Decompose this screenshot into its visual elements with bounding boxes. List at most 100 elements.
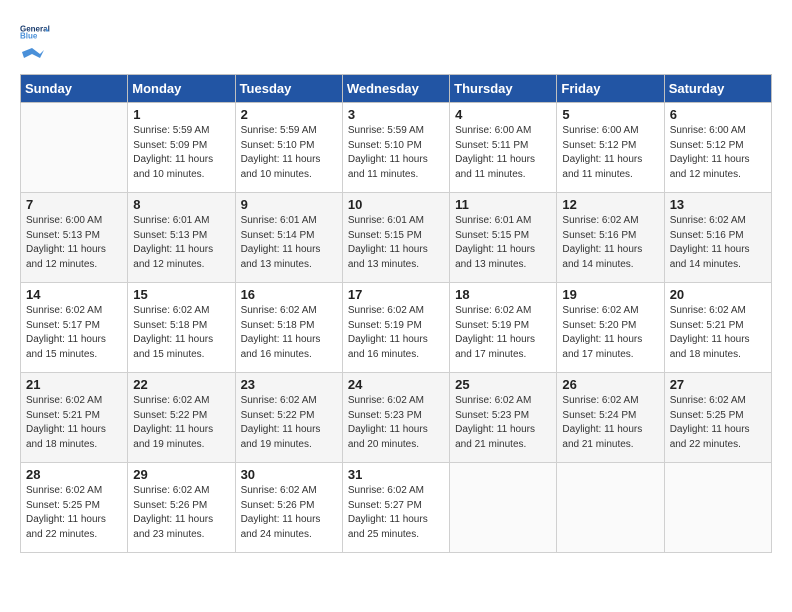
day-number: 5 [562,107,658,122]
week-row-4: 21 Sunrise: 6:02 AMSunset: 5:21 PMDayligh… [21,373,772,463]
day-number: 12 [562,197,658,212]
day-detail: Sunrise: 6:01 AMSunset: 5:14 PMDaylight:… [241,214,337,272]
calendar-cell: 28 Sunrise: 6:02 AMSunset: 5:25 PMDayligh… [21,463,128,553]
day-detail: Sunrise: 6:02 AMSunset: 5:19 PMDaylight:… [455,304,551,362]
day-number: 18 [455,287,551,302]
calendar-cell: 7 Sunrise: 6:00 AMSunset: 5:13 PMDaylight… [21,193,128,283]
column-header-thursday: Thursday [450,75,557,103]
calendar-cell: 11 Sunrise: 6:01 AMSunset: 5:15 PMDayligh… [450,193,557,283]
week-row-5: 28 Sunrise: 6:02 AMSunset: 5:25 PMDayligh… [21,463,772,553]
calendar-cell: 22Sunrise: 6:02 AMSunset: 5:22 PMDayligh… [128,373,235,463]
day-detail: Sunrise: 6:02 AMSunset: 5:21 PMDaylight:… [670,304,766,362]
calendar-cell: 29 Sunrise: 6:02 AMSunset: 5:26 PMDayligh… [128,463,235,553]
day-detail: Sunrise: 5:59 AMSunset: 5:09 PMDaylight:… [133,124,229,182]
day-number: 29 [133,467,229,482]
calendar-cell: 16 Sunrise: 6:02 AMSunset: 5:18 PMDayligh… [235,283,342,373]
day-number: 13 [670,197,766,212]
day-number: 23 [241,377,337,392]
calendar-cell: 21 Sunrise: 6:02 AMSunset: 5:21 PMDayligh… [21,373,128,463]
calendar-cell: 1 Sunrise: 5:59 AMSunset: 5:09 PMDaylight… [128,103,235,193]
week-row-1: 1 Sunrise: 5:59 AMSunset: 5:09 PMDaylight… [21,103,772,193]
calendar-cell: 4 Sunrise: 6:00 AMSunset: 5:11 PMDaylight… [450,103,557,193]
day-number: 4 [455,107,551,122]
day-detail: Sunrise: 6:02 AMSunset: 5:17 PMDaylight:… [26,304,122,362]
column-header-saturday: Saturday [664,75,771,103]
week-row-2: 7 Sunrise: 6:00 AMSunset: 5:13 PMDaylight… [21,193,772,283]
day-detail: Sunrise: 6:00 AMSunset: 5:12 PMDaylight:… [670,124,766,182]
calendar-cell: 2 Sunrise: 5:59 AMSunset: 5:10 PMDaylight… [235,103,342,193]
day-number: 21 [26,377,122,392]
column-header-sunday: Sunday [21,75,128,103]
day-detail: Sunrise: 5:59 AMSunset: 5:10 PMDaylight:… [241,124,337,182]
page-header: General Blue [20,20,772,64]
day-detail: Sunrise: 6:02 AMSunset: 5:25 PMDaylight:… [670,394,766,452]
day-number: 2 [241,107,337,122]
day-number: 1 [133,107,229,122]
day-detail: Sunrise: 6:02 AMSunset: 5:18 PMDaylight:… [241,304,337,362]
day-detail: Sunrise: 6:02 AMSunset: 5:16 PMDaylight:… [562,214,658,272]
calendar-cell: 19 Sunrise: 6:02 AMSunset: 5:20 PMDayligh… [557,283,664,373]
day-detail: Sunrise: 6:02 AMSunset: 5:21 PMDaylight:… [26,394,122,452]
day-number: 16 [241,287,337,302]
calendar-cell: 14 Sunrise: 6:02 AMSunset: 5:17 PMDayligh… [21,283,128,373]
day-number: 17 [348,287,444,302]
day-detail: Sunrise: 6:00 AMSunset: 5:12 PMDaylight:… [562,124,658,182]
calendar-cell: 13Sunrise: 6:02 AMSunset: 5:16 PMDayligh… [664,193,771,283]
calendar-cell: 9 Sunrise: 6:01 AMSunset: 5:14 PMDaylight… [235,193,342,283]
day-detail: Sunrise: 5:59 AMSunset: 5:10 PMDaylight:… [348,124,444,182]
day-number: 22 [133,377,229,392]
day-detail: Sunrise: 6:01 AMSunset: 5:13 PMDaylight:… [133,214,229,272]
column-header-wednesday: Wednesday [342,75,449,103]
calendar-cell: 6 Sunrise: 6:00 AMSunset: 5:12 PMDaylight… [664,103,771,193]
calendar-cell: 12 Sunrise: 6:02 AMSunset: 5:16 PMDayligh… [557,193,664,283]
calendar-cell: 25Sunrise: 6:02 AMSunset: 5:23 PMDayligh… [450,373,557,463]
day-detail: Sunrise: 6:02 AMSunset: 5:18 PMDaylight:… [133,304,229,362]
calendar-cell: 5 Sunrise: 6:00 AMSunset: 5:12 PMDaylight… [557,103,664,193]
day-detail: Sunrise: 6:02 AMSunset: 5:20 PMDaylight:… [562,304,658,362]
calendar-cell: 24 Sunrise: 6:02 AMSunset: 5:23 PMDayligh… [342,373,449,463]
day-number: 7 [26,197,122,212]
day-detail: Sunrise: 6:02 AMSunset: 5:25 PMDaylight:… [26,484,122,542]
calendar-header-row: SundayMondayTuesdayWednesdayThursdayFrid… [21,75,772,103]
svg-text:Blue: Blue [20,32,38,41]
day-number: 28 [26,467,122,482]
calendar-cell [21,103,128,193]
calendar-cell [664,463,771,553]
calendar-cell: 17 Sunrise: 6:02 AMSunset: 5:19 PMDayligh… [342,283,449,373]
calendar-cell: 18 Sunrise: 6:02 AMSunset: 5:19 PMDayligh… [450,283,557,373]
day-detail: Sunrise: 6:02 AMSunset: 5:27 PMDaylight:… [348,484,444,542]
day-number: 19 [562,287,658,302]
calendar-cell [450,463,557,553]
day-detail: Sunrise: 6:02 AMSunset: 5:26 PMDaylight:… [241,484,337,542]
calendar-cell: 3 Sunrise: 5:59 AMSunset: 5:10 PMDaylight… [342,103,449,193]
day-number: 3 [348,107,444,122]
day-number: 8 [133,197,229,212]
day-number: 14 [26,287,122,302]
calendar-cell: 20Sunrise: 6:02 AMSunset: 5:21 PMDayligh… [664,283,771,373]
day-detail: Sunrise: 6:02 AMSunset: 5:23 PMDaylight:… [455,394,551,452]
calendar-cell: 15 Sunrise: 6:02 AMSunset: 5:18 PMDayligh… [128,283,235,373]
day-detail: Sunrise: 6:00 AMSunset: 5:13 PMDaylight:… [26,214,122,272]
day-detail: Sunrise: 6:02 AMSunset: 5:19 PMDaylight:… [348,304,444,362]
calendar-cell: 10Sunrise: 6:01 AMSunset: 5:15 PMDayligh… [342,193,449,283]
calendar-cell: 31 Sunrise: 6:02 AMSunset: 5:27 PMDayligh… [342,463,449,553]
day-detail: Sunrise: 6:00 AMSunset: 5:11 PMDaylight:… [455,124,551,182]
calendar-cell: 23 Sunrise: 6:02 AMSunset: 5:22 PMDayligh… [235,373,342,463]
day-number: 9 [241,197,337,212]
logo-icon: General Blue [20,22,50,40]
day-detail: Sunrise: 6:02 AMSunset: 5:24 PMDaylight:… [562,394,658,452]
day-number: 24 [348,377,444,392]
day-detail: Sunrise: 6:02 AMSunset: 5:23 PMDaylight:… [348,394,444,452]
day-detail: Sunrise: 6:01 AMSunset: 5:15 PMDaylight:… [455,214,551,272]
day-detail: Sunrise: 6:02 AMSunset: 5:22 PMDaylight:… [241,394,337,452]
day-number: 27 [670,377,766,392]
day-number: 15 [133,287,229,302]
day-number: 6 [670,107,766,122]
week-row-3: 14 Sunrise: 6:02 AMSunset: 5:17 PMDayligh… [21,283,772,373]
calendar-cell [557,463,664,553]
calendar-cell: 8 Sunrise: 6:01 AMSunset: 5:13 PMDaylight… [128,193,235,283]
day-detail: Sunrise: 6:02 AMSunset: 5:26 PMDaylight:… [133,484,229,542]
day-number: 31 [348,467,444,482]
day-number: 11 [455,197,551,212]
logo: General Blue [20,20,50,64]
